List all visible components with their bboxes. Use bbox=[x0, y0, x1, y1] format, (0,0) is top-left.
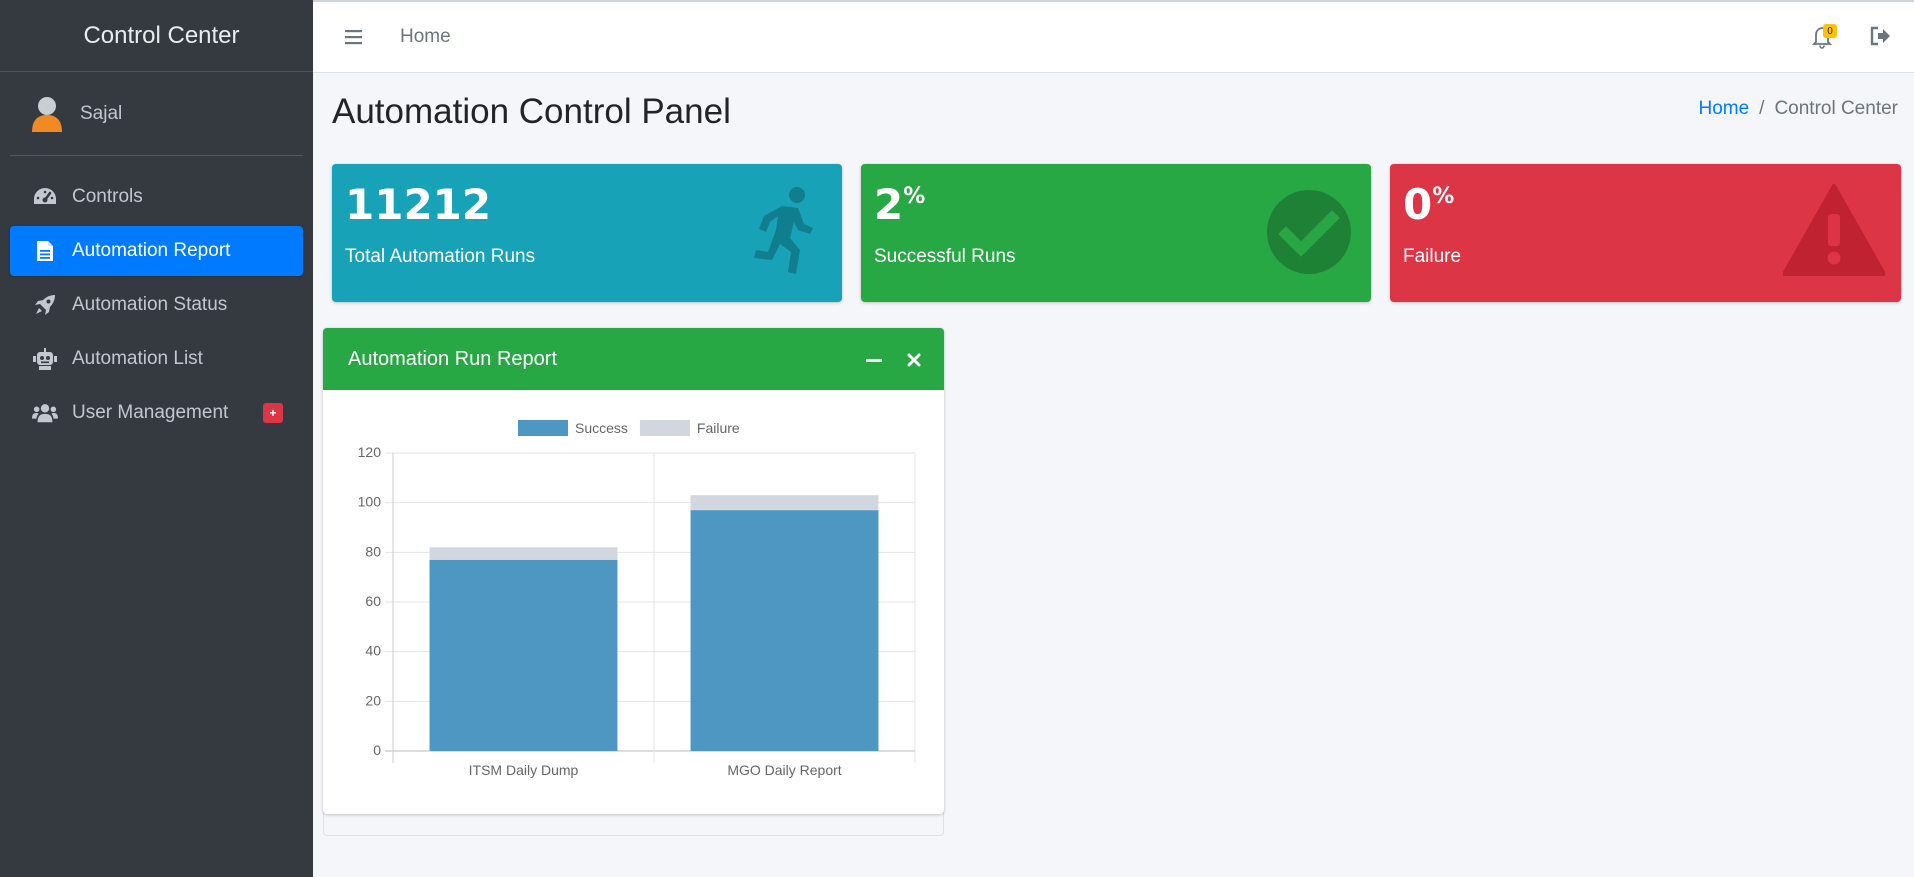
x-tick-label: ITSM Daily Dump bbox=[469, 762, 579, 778]
sidebar-item-label: Automation Report bbox=[72, 240, 231, 261]
running-icon bbox=[752, 186, 814, 283]
bar-failure-1 bbox=[429, 547, 618, 560]
tachometer-icon bbox=[32, 184, 58, 210]
notification-count-badge: 0 bbox=[1823, 24, 1837, 38]
successful-runs-value: 2% bbox=[874, 180, 926, 229]
rocket-icon bbox=[32, 292, 58, 318]
legend-label-success: Success bbox=[575, 420, 628, 436]
breadcrumb-separator: / bbox=[1759, 98, 1765, 119]
y-tick-label: 0 bbox=[373, 742, 381, 758]
breadcrumb-home-link[interactable]: Home bbox=[1698, 98, 1749, 119]
bar-failure-2 bbox=[690, 495, 879, 511]
total-runs-box[interactable]: 11212 Total Automation Runs bbox=[332, 164, 842, 302]
y-tick-label: 40 bbox=[365, 643, 381, 659]
warning-icon bbox=[1782, 184, 1886, 281]
legend-swatch-success bbox=[518, 420, 568, 436]
failure-box[interactable]: 0% Failure bbox=[1390, 164, 1901, 302]
users-icon bbox=[32, 400, 58, 426]
breadcrumb-current: Control Center bbox=[1774, 98, 1898, 119]
y-tick-label: 20 bbox=[365, 692, 381, 708]
y-tick-label: 120 bbox=[358, 444, 382, 460]
robot-icon bbox=[32, 346, 58, 372]
automation-run-report-card: Automation Run Report 0 20 40 60 80 100 120 ITS… bbox=[323, 328, 944, 814]
successful-runs-box[interactable]: 2% Successful Runs bbox=[861, 164, 1371, 302]
legend-swatch-failure bbox=[639, 420, 690, 436]
user-panel[interactable]: Sajal bbox=[10, 72, 303, 156]
top-home-link[interactable]: Home bbox=[400, 26, 451, 48]
brand-text[interactable]: Control Center bbox=[83, 22, 239, 50]
breadcrumb: Home / Control Center bbox=[1698, 98, 1898, 120]
sidebar-item-label: User Management bbox=[72, 402, 229, 423]
failure-label: Failure bbox=[1403, 246, 1462, 267]
user-name[interactable]: Sajal bbox=[80, 103, 122, 125]
user-management-badge: + bbox=[263, 403, 283, 423]
sidebar-nav: Controls Automation Report Automation St… bbox=[0, 172, 313, 438]
sidebar-item-controls[interactable]: Controls bbox=[10, 172, 303, 222]
brand[interactable]: Control Center bbox=[0, 0, 313, 72]
sidebar-item-label: Controls bbox=[72, 186, 143, 207]
hamburger-menu-icon[interactable] bbox=[341, 24, 367, 50]
y-tick-label: 100 bbox=[358, 494, 382, 510]
card-title: Automation Run Report bbox=[348, 347, 558, 370]
sidebar-item-automation-list[interactable]: Automation List bbox=[10, 334, 303, 384]
sidebar-item-user-management[interactable]: User Management + bbox=[10, 388, 303, 438]
notifications-bell-icon[interactable]: 0 bbox=[1809, 22, 1837, 50]
bar-success-2 bbox=[690, 510, 879, 751]
top-navbar: Home 0 bbox=[313, 0, 1914, 73]
stacked-bar-chart: 0 20 40 60 80 100 120 ITSM Daily Dump MGO Daily … bbox=[358, 420, 916, 778]
file-icon bbox=[32, 238, 58, 264]
sidebar-item-label: Automation Status bbox=[72, 294, 228, 315]
total-runs-label: Total Automation Runs bbox=[345, 246, 536, 267]
total-runs-value: 11212 bbox=[345, 180, 492, 229]
sidebar-item-automation-report[interactable]: Automation Report bbox=[10, 226, 303, 276]
x-tick-label: MGO Daily Report bbox=[727, 762, 841, 778]
y-tick-label: 60 bbox=[365, 593, 381, 609]
failure-value: 0% bbox=[1403, 180, 1455, 229]
sidebar-item-label: Automation List bbox=[72, 348, 203, 369]
successful-runs-label: Successful Runs bbox=[874, 246, 1016, 267]
run-report-chart: 0 20 40 60 80 100 120 ITSM Daily Dump MGO Daily … bbox=[323, 390, 944, 814]
y-tick-label: 80 bbox=[365, 543, 381, 559]
sidebar: Control Center Sajal Controls Automation… bbox=[0, 0, 313, 877]
card-header: Automation Run Report bbox=[323, 328, 944, 390]
close-icon[interactable] bbox=[902, 348, 926, 372]
sidebar-item-automation-status[interactable]: Automation Status bbox=[10, 280, 303, 330]
page-title: Automation Control Panel bbox=[332, 92, 731, 131]
legend-label-failure: Failure bbox=[697, 420, 740, 436]
logout-icon[interactable] bbox=[1869, 24, 1893, 48]
bar-success-1 bbox=[429, 559, 618, 751]
check-circle-icon bbox=[1266, 189, 1352, 280]
collapse-minus-icon[interactable] bbox=[862, 348, 886, 372]
user-avatar-icon[interactable] bbox=[30, 96, 64, 132]
